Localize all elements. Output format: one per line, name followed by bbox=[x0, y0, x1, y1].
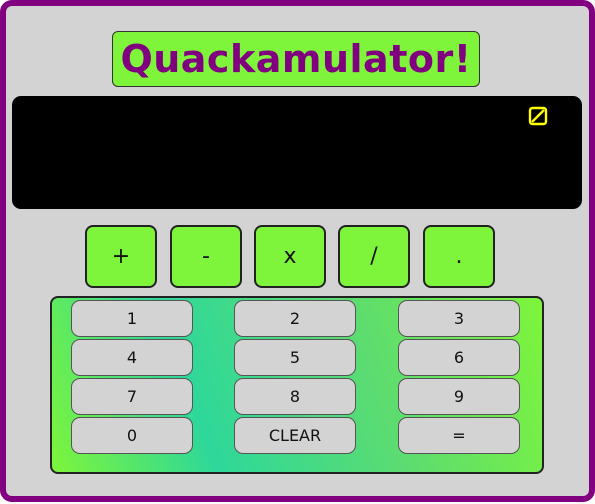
digit-9-button[interactable]: 9 bbox=[398, 378, 520, 415]
no-value-icon bbox=[528, 106, 548, 126]
calculator-display bbox=[12, 96, 582, 209]
digit-5-button[interactable]: 5 bbox=[234, 339, 356, 376]
digit-2-button[interactable]: 2 bbox=[234, 300, 356, 337]
decimal-button[interactable]: . bbox=[423, 225, 495, 288]
digit-0-button[interactable]: 0 bbox=[71, 417, 193, 454]
digit-6-button[interactable]: 6 bbox=[398, 339, 520, 376]
minus-button[interactable]: - bbox=[170, 225, 242, 288]
calculator-frame: Quackamulator! + - x / . 1 2 3 4 5 6 7 8… bbox=[0, 0, 595, 502]
digit-7-button[interactable]: 7 bbox=[71, 378, 193, 415]
plus-button[interactable]: + bbox=[85, 225, 157, 288]
app-title: Quackamulator! bbox=[120, 37, 472, 81]
title-banner: Quackamulator! bbox=[112, 31, 480, 87]
number-keypad: 1 2 3 4 5 6 7 8 9 0 CLEAR = bbox=[50, 296, 544, 474]
digit-8-button[interactable]: 8 bbox=[234, 378, 356, 415]
clear-button[interactable]: CLEAR bbox=[234, 417, 356, 454]
digit-1-button[interactable]: 1 bbox=[71, 300, 193, 337]
equals-button[interactable]: = bbox=[398, 417, 520, 454]
digit-4-button[interactable]: 4 bbox=[71, 339, 193, 376]
divide-button[interactable]: / bbox=[338, 225, 410, 288]
digit-3-button[interactable]: 3 bbox=[398, 300, 520, 337]
multiply-button[interactable]: x bbox=[254, 225, 326, 288]
